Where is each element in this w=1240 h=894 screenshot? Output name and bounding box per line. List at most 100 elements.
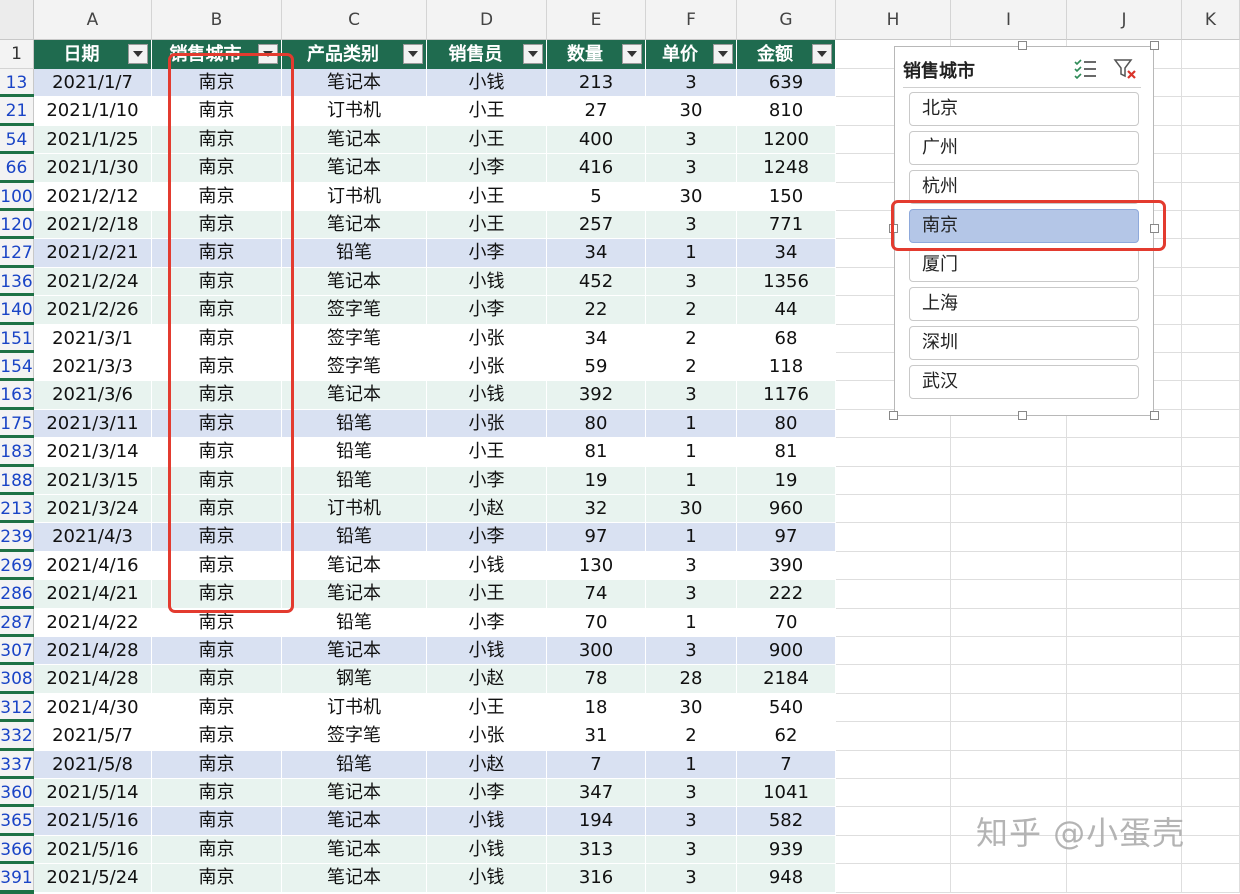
table-cell[interactable]: 97 [737,523,836,552]
table-cell[interactable]: 78 [547,665,646,694]
table-cell[interactable]: 南京 [152,864,282,893]
empty-cell[interactable] [1067,693,1182,723]
table-cell[interactable]: 笔记本 [282,154,427,183]
table-cell[interactable]: 签字笔 [282,722,427,751]
table-cell[interactable]: 小李 [427,779,547,808]
table-cell[interactable]: 订书机 [282,693,427,723]
table-cell[interactable]: 130 [547,551,646,581]
table-cell[interactable]: 257 [547,211,646,240]
table-cell[interactable]: 订书机 [282,495,427,524]
table-cell[interactable]: 1 [646,409,737,439]
row-header[interactable]: 54 [0,125,34,155]
row-header[interactable]: 127 [0,239,34,268]
table-cell[interactable]: 小王 [427,97,547,126]
select-all-corner[interactable] [0,0,34,40]
row-header[interactable]: 308 [0,665,34,694]
table-cell[interactable]: 2021/5/16 [34,835,152,865]
table-cell[interactable]: 3 [646,69,737,98]
table-cell[interactable]: 2021/4/22 [34,608,152,637]
table-cell[interactable]: 70 [737,608,836,637]
empty-cell[interactable] [1182,608,1240,637]
table-cell[interactable]: 18 [547,693,646,723]
column-header-c[interactable]: C [282,0,427,40]
table-cell[interactable]: 笔记本 [282,551,427,581]
row-header[interactable]: 163 [0,381,34,410]
table-cell[interactable]: 小张 [427,324,547,353]
table-cell[interactable]: 订书机 [282,182,427,211]
table-cell[interactable]: 30 [646,495,737,524]
empty-cell[interactable] [1067,495,1182,524]
empty-cell[interactable] [1067,523,1182,552]
table-cell[interactable]: 2021/3/11 [34,409,152,439]
column-header-g[interactable]: G [737,0,836,40]
filter-dropdown-icon[interactable] [128,44,148,64]
table-cell[interactable]: 771 [737,211,836,240]
empty-cell[interactable] [1067,580,1182,609]
empty-cell[interactable] [1182,353,1240,382]
empty-cell[interactable] [836,608,951,637]
empty-cell[interactable] [1182,97,1240,126]
table-cell[interactable]: 118 [737,353,836,382]
table-cell[interactable]: 59 [547,353,646,382]
table-cell[interactable]: 639 [737,69,836,98]
empty-cell[interactable] [951,750,1067,779]
empty-cell[interactable] [836,835,951,865]
table-cell[interactable]: 2021/2/12 [34,182,152,211]
table-cell[interactable]: 小王 [427,211,547,240]
table-cell[interactable]: 27 [547,97,646,126]
table-cell[interactable]: 392 [547,381,646,410]
table-cell[interactable]: 5 [547,182,646,211]
table-cell[interactable]: 小钱 [427,551,547,581]
table-cell[interactable]: 笔记本 [282,125,427,155]
table-cell[interactable]: 3 [646,779,737,808]
row-header[interactable]: 391 [0,864,34,893]
table-cell[interactable]: 1200 [737,125,836,155]
empty-cell[interactable] [1182,438,1240,467]
filter-dropdown-icon[interactable] [622,44,642,64]
table-cell[interactable]: 300 [547,637,646,666]
row-header[interactable]: 269 [0,551,34,581]
table-cell[interactable]: 南京 [152,637,282,666]
table-cell[interactable]: 2021/5/8 [34,750,152,779]
empty-cell[interactable] [1182,40,1240,69]
table-cell[interactable]: 签字笔 [282,296,427,325]
table-cell[interactable]: 小王 [427,125,547,155]
empty-cell[interactable] [951,495,1067,524]
column-header-a[interactable]: A [34,0,152,40]
table-cell[interactable]: 1 [646,466,737,495]
table-cell[interactable]: 2021/4/16 [34,551,152,581]
row-header[interactable]: 365 [0,807,34,836]
table-cell[interactable]: 80 [737,409,836,439]
slicer-item[interactable]: 广州 [909,131,1139,165]
empty-cell[interactable] [951,779,1067,808]
table-cell[interactable]: 3 [646,154,737,183]
empty-cell[interactable] [1182,523,1240,552]
row-header[interactable]: 239 [0,523,34,552]
row-header[interactable]: 140 [0,296,34,325]
empty-cell[interactable] [1182,722,1240,751]
resize-handle[interactable] [1018,41,1027,50]
table-cell[interactable]: 347 [547,779,646,808]
table-cell[interactable]: 小赵 [427,750,547,779]
empty-cell[interactable] [951,722,1067,751]
table-cell[interactable]: 小王 [427,693,547,723]
table-cell[interactable]: 铅笔 [282,239,427,268]
empty-cell[interactable] [836,693,951,723]
column-header-j[interactable]: J [1067,0,1182,40]
empty-cell[interactable] [1182,693,1240,723]
table-cell[interactable]: 810 [737,97,836,126]
table-cell[interactable]: 150 [737,182,836,211]
empty-cell[interactable] [1182,580,1240,609]
column-header-i[interactable]: I [951,0,1067,40]
row-header[interactable]: 188 [0,466,34,495]
table-cell[interactable]: 32 [547,495,646,524]
row-header[interactable]: 154 [0,353,34,382]
empty-cell[interactable] [836,580,951,609]
table-cell[interactable]: 2021/3/14 [34,438,152,467]
table-cell[interactable]: 小钱 [427,835,547,865]
row-header[interactable]: 312 [0,693,34,723]
table-cell[interactable]: 34 [547,239,646,268]
table-cell[interactable]: 小钱 [427,864,547,893]
table-cell[interactable]: 3 [646,551,737,581]
empty-cell[interactable] [951,466,1067,495]
